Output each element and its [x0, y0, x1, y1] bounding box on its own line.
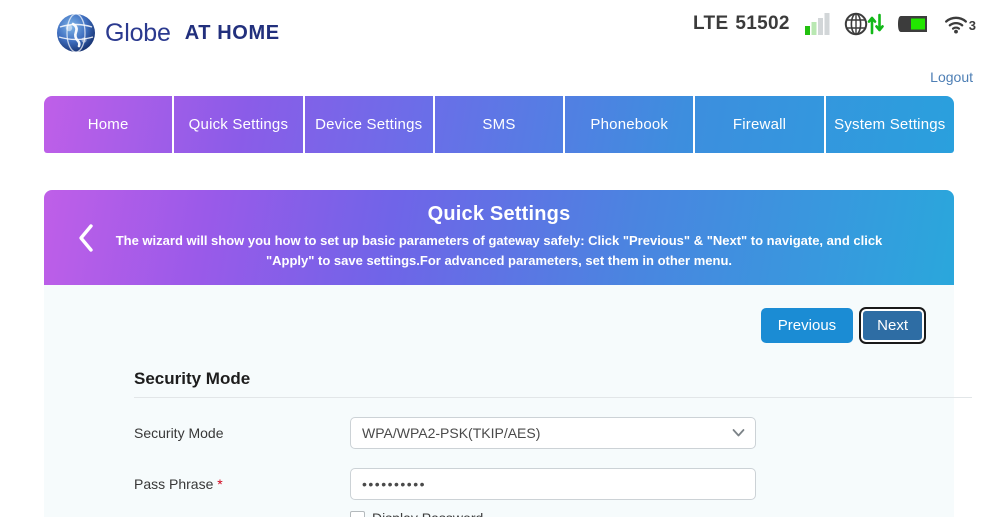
- banner-description: The wizard will show you how to set up b…: [115, 233, 883, 269]
- security-mode-row: Security Mode WPA/WPA2-PSK(TKIP/AES): [134, 417, 954, 450]
- nav-tab-phonebook[interactable]: Phonebook: [565, 96, 696, 153]
- pass-phrase-row: Pass Phrase *: [134, 468, 954, 501]
- nav-tab-label: Firewall: [732, 116, 787, 133]
- nav-tab-home[interactable]: Home: [44, 96, 175, 153]
- wifi-client-count: 3: [968, 18, 976, 33]
- network-id-label: 51502: [735, 13, 790, 34]
- globe-transfer-icon: [844, 12, 884, 36]
- display-password-label: Display Password: [372, 510, 483, 517]
- signal-bars-icon: [804, 13, 830, 35]
- network-type-label: LTE: [693, 13, 729, 34]
- logout-link[interactable]: Logout: [930, 69, 973, 85]
- content-area: Quick Settings The wizard will show you …: [0, 190, 998, 517]
- security-mode-section-header: Security Mode: [134, 369, 972, 399]
- nav-tab-sms[interactable]: SMS: [435, 96, 566, 153]
- back-button[interactable]: [72, 221, 100, 255]
- settings-panel: Previous Next Security Mode Security Mod…: [44, 285, 972, 517]
- section-title: Security Mode: [134, 369, 251, 389]
- status-bar: LTE 51502 3: [693, 9, 976, 39]
- nav-tab-label: System Settings: [834, 116, 946, 133]
- nav-tab-label: Phonebook: [590, 116, 669, 133]
- banner-title: Quick Settings: [427, 203, 571, 225]
- security-mode-select-wrapper: WPA/WPA2-PSK(TKIP/AES): [350, 417, 756, 450]
- display-password-row: Display Password: [350, 510, 954, 517]
- nav-tab-quick-settings[interactable]: Quick Settings: [174, 96, 305, 153]
- security-mode-select[interactable]: WPA/WPA2-PSK(TKIP/AES): [350, 417, 756, 450]
- pass-phrase-label-text: Pass Phrase: [134, 476, 214, 493]
- display-password-checkbox[interactable]: [350, 510, 365, 517]
- chevron-left-icon: [79, 223, 93, 252]
- logout-row: Logout: [0, 62, 998, 96]
- top-bar: Globe AT HOME LTE 51502 3: [0, 0, 998, 62]
- pass-phrase-input[interactable]: [350, 468, 756, 501]
- wifi-icon: [944, 16, 967, 34]
- nav-content-spacer: [0, 153, 998, 190]
- brand-suffix: AT HOME: [184, 22, 280, 44]
- wizard-button-row: Previous Next: [44, 303, 954, 347]
- brand-logo: Globe AT HOME: [56, 13, 280, 53]
- nav-tab-label: Home: [87, 116, 129, 133]
- pass-phrase-label: Pass Phrase *: [134, 476, 350, 492]
- required-marker: *: [217, 476, 223, 493]
- quick-settings-banner: Quick Settings The wizard will show you …: [44, 190, 954, 286]
- nav-tab-label: SMS: [482, 116, 516, 133]
- main-navigation: Home Quick Settings Device Settings SMS …: [0, 96, 998, 153]
- security-mode-label: Security Mode: [134, 425, 224, 442]
- battery-icon: [897, 16, 927, 32]
- nav-tab-label: Quick Settings: [188, 116, 289, 133]
- nav-tab-firewall[interactable]: Firewall: [695, 96, 826, 153]
- nav-tab-device-settings[interactable]: Device Settings: [305, 96, 435, 153]
- brand-name: Globe: [105, 18, 171, 47]
- section-divider: [134, 397, 972, 399]
- wifi-status: 3: [944, 14, 976, 34]
- next-button[interactable]: Next: [859, 306, 926, 344]
- nav-tab-bar: Home Quick Settings Device Settings SMS …: [44, 96, 954, 153]
- previous-button[interactable]: Previous: [760, 307, 854, 343]
- nav-tab-label: Device Settings: [315, 116, 423, 133]
- nav-tab-system-settings[interactable]: System Settings: [826, 96, 954, 153]
- globe-logo-icon: [57, 13, 95, 53]
